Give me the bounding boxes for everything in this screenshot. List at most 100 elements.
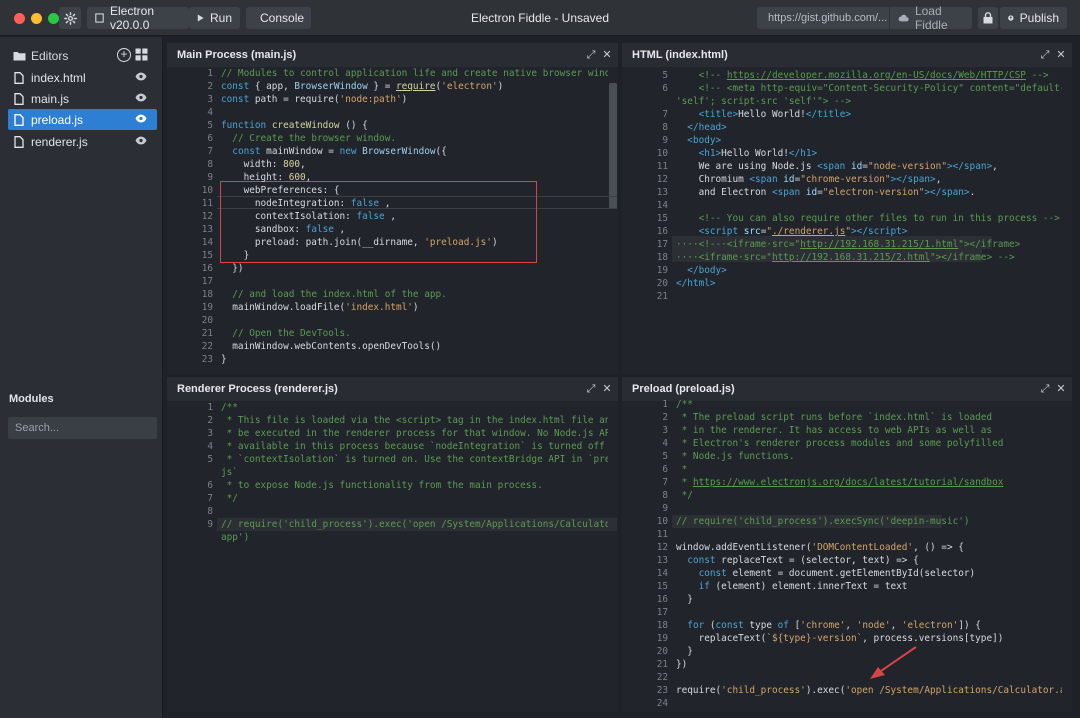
code-line[interactable]: 16 }): [167, 262, 618, 275]
code-line[interactable]: 8 */: [622, 489, 1072, 502]
code-line[interactable]: 3 const path = require('node:path'): [167, 93, 618, 106]
close-icon[interactable]: ✕: [1055, 49, 1067, 61]
code-line[interactable]: 5 function createWindow () {: [167, 119, 618, 132]
code-line[interactable]: 1 /**: [622, 398, 1072, 411]
code-line[interactable]: 2 * This file is loaded via the <script>…: [167, 414, 618, 427]
code-line[interactable]: 23}: [167, 353, 618, 366]
code-line[interactable]: 22 mainWindow.webContents.openDevTools(): [167, 340, 618, 353]
sidebar-item-preload-js[interactable]: preload.js: [8, 109, 157, 130]
code-line[interactable]: 17: [167, 275, 618, 288]
code-line[interactable]: 21}): [622, 658, 1072, 671]
eye-icon[interactable]: [135, 114, 147, 123]
grid-layout-icon[interactable]: [135, 48, 148, 61]
code-line[interactable]: 12 contextIsolation: false ,: [167, 210, 618, 223]
minimize-window-button[interactable]: [31, 13, 42, 24]
code-line[interactable]: 12 window.addEventListener('DOMContentLoa…: [622, 541, 1072, 554]
code-line[interactable]: 6 * to expose Node.js functionality from…: [167, 479, 618, 492]
modules-search-input[interactable]: [8, 417, 157, 439]
close-window-button[interactable]: [14, 13, 25, 24]
code-line[interactable]: 18 // and load the index.html of the app…: [167, 288, 618, 301]
code-line[interactable]: 11 We are using Node.js <span id="node-v…: [622, 160, 1072, 173]
code-line[interactable]: 21 // Open the DevTools.: [167, 327, 618, 340]
code-line[interactable]: 20: [167, 314, 618, 327]
close-icon[interactable]: ✕: [601, 49, 613, 61]
eye-icon[interactable]: [135, 93, 147, 102]
expand-icon[interactable]: ⤢: [585, 49, 597, 61]
code-line[interactable]: 14 const element = document.getElementBy…: [622, 567, 1072, 580]
code-line[interactable]: 8: [167, 505, 618, 518]
code-line[interactable]: 12 Chromium <span id="chrome-version"></…: [622, 173, 1072, 186]
code-line[interactable]: 4: [167, 106, 618, 119]
eye-icon[interactable]: [135, 72, 147, 81]
code-line[interactable]: 8 </head>: [622, 121, 1072, 134]
maximize-window-button[interactable]: [48, 13, 59, 24]
code-line[interactable]: 20 }: [622, 645, 1072, 658]
code-line[interactable]: 19 </body>: [622, 264, 1072, 277]
code-line[interactable]: 10 webPreferences: {: [167, 184, 618, 197]
code-line[interactable]: 2 * The preload script runs before `inde…: [622, 411, 1072, 424]
code-line[interactable]: 15 <!-- You can also require other files…: [622, 212, 1072, 225]
code-line[interactable]: 18 ····<iframe·src="http://192.168.31.215…: [622, 251, 1072, 264]
code-line[interactable]: 9: [622, 502, 1072, 515]
code-line[interactable]: 14 preload: path.join(__dirname, 'preloa…: [167, 236, 618, 249]
publish-button[interactable]: Publish: [1000, 7, 1067, 29]
settings-button[interactable]: [59, 7, 81, 29]
code-line[interactable]: 5 * `contextIsolation` is turned on. Use…: [167, 453, 618, 466]
code-line[interactable]: 6 <!-- <meta http-equiv="Content-Securit…: [622, 82, 1072, 95]
code-line[interactable]: 17 ····<!--·<iframe·src="http://192.168.3…: [622, 238, 1072, 251]
eye-icon[interactable]: [135, 136, 147, 145]
code-line[interactable]: 14: [622, 199, 1072, 212]
run-button[interactable]: Run: [189, 7, 240, 29]
code-line[interactable]: 10 // require('child_process').execSync('…: [622, 515, 1072, 528]
code-line[interactable]: 10 <h1>Hello World!</h1>: [622, 147, 1072, 160]
code-line[interactable]: 4 * Electron's renderer process modules …: [622, 437, 1072, 450]
expand-icon[interactable]: ⤢: [1039, 49, 1051, 61]
code-line[interactable]: app'): [167, 531, 618, 544]
code-line[interactable]: 4 * available in this process because `n…: [167, 440, 618, 453]
code-line[interactable]: 18 for (const type of ['chrome', 'node',…: [622, 619, 1072, 632]
code-line[interactable]: 16 }: [622, 593, 1072, 606]
code-line[interactable]: 8 width: 800,: [167, 158, 618, 171]
code-line[interactable]: 17: [622, 606, 1072, 619]
add-editor-button[interactable]: +: [117, 48, 131, 62]
close-icon[interactable]: ✕: [1055, 383, 1067, 395]
code-line[interactable]: 13 const replaceText = (selector, text) …: [622, 554, 1072, 567]
code-line[interactable]: 15 if (element) element.innerText = text: [622, 580, 1072, 593]
sidebar-item-index-html[interactable]: index.html: [8, 67, 157, 88]
load-fiddle-button[interactable]: Load Fiddle: [890, 4, 972, 32]
code-line[interactable]: 1 // Modules to control application life …: [167, 67, 618, 80]
code-line[interactable]: 5 <!-- https://developer.mozilla.org/en-…: [622, 69, 1072, 82]
code-line[interactable]: js`: [167, 466, 618, 479]
code-line[interactable]: 9 // require('child_process').exec('open …: [167, 518, 618, 531]
code-line[interactable]: 23 require('child_process').exec('open /S…: [622, 684, 1072, 697]
code-line[interactable]: 3 * in the renderer. It has access to we…: [622, 424, 1072, 437]
code-line[interactable]: 20 </html>: [622, 277, 1072, 290]
sidebar-item-main-js[interactable]: main.js: [8, 88, 157, 109]
code-line[interactable]: 6 *: [622, 463, 1072, 476]
code-line[interactable]: 24: [622, 697, 1072, 710]
code-line[interactable]: 13 sandbox: false ,: [167, 223, 618, 236]
code-line[interactable]: 2 const { app, BrowserWindow } = require(…: [167, 80, 618, 93]
code-line[interactable]: 13 and Electron <span id="electron-versi…: [622, 186, 1072, 199]
code-line[interactable]: 7 */: [167, 492, 618, 505]
code-line[interactable]: 3 * be executed in the renderer process …: [167, 427, 618, 440]
code-line[interactable]: 21: [622, 290, 1072, 303]
code-line[interactable]: 16 <script src="./renderer.js"></script>: [622, 225, 1072, 238]
code-line[interactable]: 6 // Create the browser window.: [167, 132, 618, 145]
code-line[interactable]: 19 replaceText(`${type}-version`, proces…: [622, 632, 1072, 645]
code-line[interactable]: 11: [622, 528, 1072, 541]
code-line[interactable]: 19 mainWindow.loadFile('index.html'): [167, 301, 618, 314]
code-line[interactable]: 1 /**: [167, 401, 618, 414]
code-line[interactable]: 15 }: [167, 249, 618, 262]
code-line[interactable]: 9 <body>: [622, 134, 1072, 147]
code-line[interactable]: 7 const mainWindow = new BrowserWindow({: [167, 145, 618, 158]
expand-icon[interactable]: ⤢: [1039, 383, 1051, 395]
version-select[interactable]: Electron v20.0.0: [87, 4, 189, 32]
code-line[interactable]: 22: [622, 671, 1072, 684]
code-line[interactable]: 11 nodeIntegration: false ,: [167, 197, 618, 210]
code-line[interactable]: 9 height: 600,: [167, 171, 618, 184]
close-icon[interactable]: ✕: [601, 383, 613, 395]
console-button[interactable]: Console: [246, 7, 311, 29]
expand-icon[interactable]: ⤢: [585, 383, 597, 395]
lock-button[interactable]: [978, 7, 998, 29]
